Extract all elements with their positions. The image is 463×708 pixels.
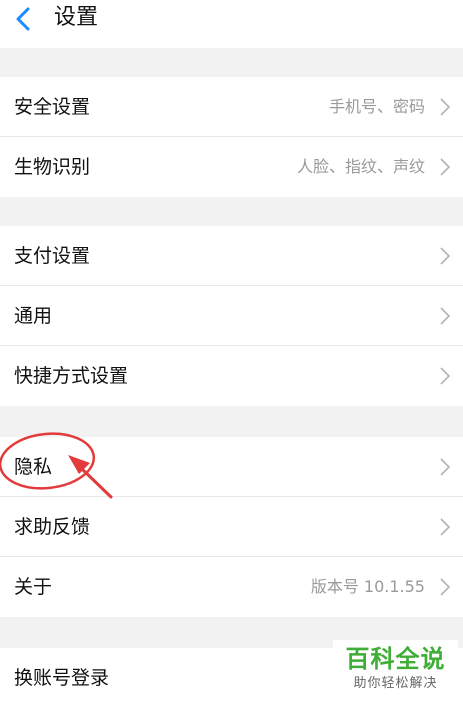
row-value: 人脸、指纹、声纹 — [296, 157, 425, 176]
row-privacy[interactable]: 隐私 — [0, 437, 463, 497]
row-label: 支付设置 — [14, 245, 91, 267]
row-label: 通用 — [14, 305, 53, 327]
row-label: 关于 — [14, 576, 53, 598]
row-label: 生物识别 — [14, 156, 91, 178]
row-help-feedback[interactable]: 求助反馈 — [0, 497, 463, 557]
chevron-right-icon — [440, 247, 451, 265]
chevron-right-icon — [440, 98, 451, 116]
row-value: 手机号、密码 — [328, 97, 425, 116]
row-shortcut-settings[interactable]: 快捷方式设置 — [0, 346, 463, 406]
row-label: 安全设置 — [14, 96, 91, 118]
back-icon[interactable] — [10, 5, 38, 33]
chevron-right-icon — [440, 307, 451, 325]
row-label: 求助反馈 — [14, 516, 91, 538]
header-bar: 设置 — [0, 0, 463, 48]
row-general[interactable]: 通用 — [0, 286, 463, 346]
row-payment-settings[interactable]: 支付设置 — [0, 226, 463, 286]
watermark-sub: 助你轻松解决 — [353, 676, 438, 691]
chevron-right-icon — [440, 518, 451, 536]
settings-group-about: 隐私 求助反馈 关于 版本号 10.1.55 — [0, 437, 463, 617]
watermark-main: 百科全说 — [345, 645, 446, 673]
row-security-settings[interactable]: 安全设置 手机号、密码 — [0, 77, 463, 137]
chevron-right-icon — [440, 458, 451, 476]
page-title: 设置 — [54, 5, 99, 30]
row-biometrics[interactable]: 生物识别 人脸、指纹、声纹 — [0, 137, 463, 197]
chevron-right-icon — [440, 367, 451, 385]
row-value: 版本号 10.1.55 — [310, 577, 425, 596]
row-label: 换账号登录 — [14, 667, 110, 689]
settings-group-general: 支付设置 通用 快捷方式设置 — [0, 226, 463, 406]
chevron-right-icon — [440, 158, 451, 176]
watermark-logo: 百科全说 助你轻松解决 — [333, 640, 458, 702]
settings-group-account: 安全设置 手机号、密码 生物识别 人脸、指纹、声纹 — [0, 77, 463, 197]
row-about[interactable]: 关于 版本号 10.1.55 — [0, 557, 463, 617]
row-label: 快捷方式设置 — [14, 365, 129, 387]
chevron-right-icon — [440, 578, 451, 596]
row-label: 隐私 — [14, 456, 53, 478]
